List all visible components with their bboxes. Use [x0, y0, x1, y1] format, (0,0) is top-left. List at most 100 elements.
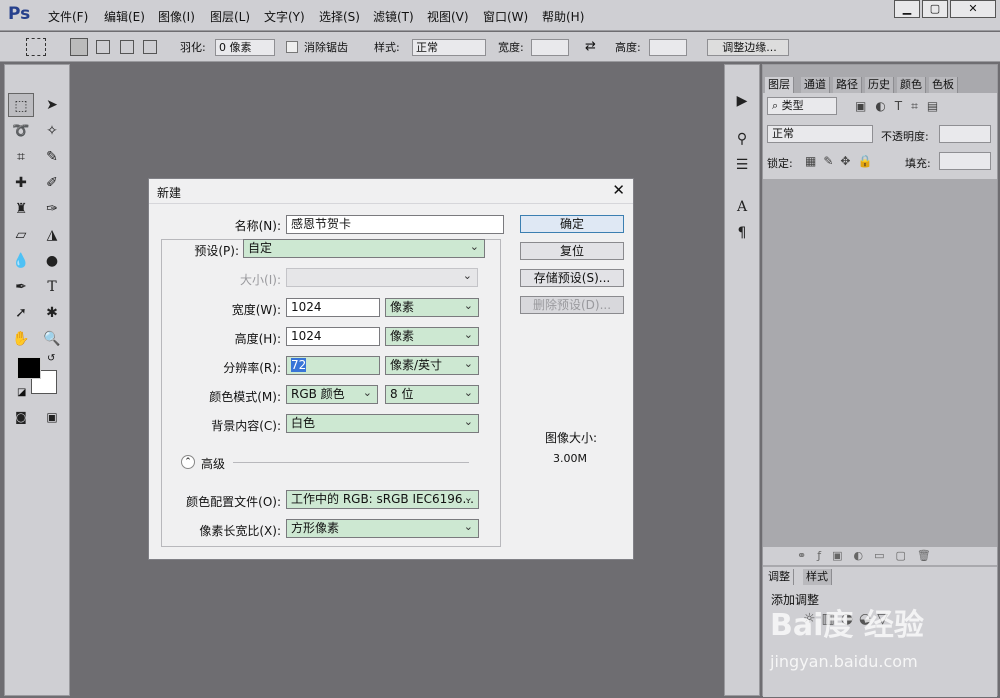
- filter-icons[interactable]: ▣◐T⌗▤: [855, 99, 947, 114]
- color-profile-label: 颜色配置文件(O):: [186, 495, 281, 509]
- default-colors-icon[interactable]: ◪: [17, 387, 26, 398]
- size-select: [286, 267, 478, 287]
- menu-select[interactable]: 选择(S): [319, 8, 360, 25]
- hand-tool-icon[interactable]: ✋: [8, 327, 34, 351]
- antialias-checkbox[interactable]: [286, 41, 298, 53]
- image-size-value: 3.00M: [553, 452, 587, 465]
- zoom-tool-icon[interactable]: 🔍: [39, 327, 65, 351]
- quick-mask-icon[interactable]: ◙: [8, 405, 34, 429]
- character-icon[interactable]: A: [729, 195, 755, 219]
- swap-colors-icon[interactable]: ↺: [47, 353, 55, 364]
- menu-filter[interactable]: 滤镜(T): [373, 8, 414, 25]
- style-select[interactable]: 正常: [412, 39, 486, 56]
- style-label: 样式:: [374, 41, 400, 54]
- menu-bar: Ps 文件(F) 编辑(E) 图像(I) 图层(L) 文字(Y) 选择(S) 滤…: [0, 0, 1000, 31]
- name-input[interactable]: 感恩节贺卡: [286, 215, 504, 234]
- preset-select[interactable]: 自定: [243, 238, 485, 258]
- paragraph-icon[interactable]: ¶: [729, 221, 755, 245]
- width-input-dialog[interactable]: 1024: [286, 298, 380, 317]
- move-tool-icon[interactable]: ➤: [39, 93, 65, 117]
- height-label: 高度:: [615, 41, 641, 54]
- marquee-tool-icon[interactable]: ⬚: [8, 93, 34, 117]
- name-label: 名称(N):: [234, 219, 281, 233]
- tab-channels[interactable]: 通道: [801, 77, 830, 93]
- add-selection-icon[interactable]: [96, 40, 110, 54]
- crop-tool-icon[interactable]: ⌗: [8, 145, 34, 169]
- tab-color[interactable]: 颜色: [897, 77, 926, 93]
- swap-icon[interactable]: ⇄: [585, 39, 596, 56]
- menu-image[interactable]: 图像(I): [158, 8, 195, 25]
- height-input-dialog[interactable]: 1024: [286, 327, 380, 346]
- minimize-icon[interactable]: ▁: [894, 0, 920, 18]
- eraser-tool-icon[interactable]: ▱: [8, 223, 34, 247]
- background-select[interactable]: 白色: [286, 413, 479, 433]
- menu-type[interactable]: 文字(Y): [264, 8, 305, 25]
- menu-view[interactable]: 视图(V): [427, 8, 469, 25]
- menu-help[interactable]: 帮助(H): [542, 8, 584, 25]
- width-label: 宽度:: [498, 41, 524, 54]
- new-selection-icon[interactable]: [70, 38, 88, 56]
- close-window-icon[interactable]: ✕: [950, 0, 996, 18]
- play-action-icon[interactable]: ▶: [729, 89, 755, 113]
- tab-styles[interactable]: 样式: [803, 569, 832, 585]
- tab-paths[interactable]: 路径: [833, 77, 862, 93]
- ok-button[interactable]: 确定: [520, 215, 624, 233]
- brush-presets-icon[interactable]: ⚲: [729, 127, 755, 151]
- width-unit-select[interactable]: 像素: [385, 297, 479, 317]
- tab-history[interactable]: 历史: [865, 77, 894, 93]
- tab-adjustments[interactable]: 调整: [765, 569, 794, 585]
- lock-icons[interactable]: ▦✎✥🔒: [805, 154, 879, 168]
- menu-file[interactable]: 文件(F): [48, 8, 88, 25]
- dialog-close-icon[interactable]: ✕: [612, 181, 625, 199]
- healing-brush-icon[interactable]: ✚: [8, 171, 34, 195]
- intersect-selection-icon[interactable]: [143, 40, 157, 54]
- resolution-input[interactable]: 72: [286, 356, 380, 375]
- screen-mode-icon[interactable]: ▣: [39, 405, 65, 429]
- advanced-toggle-icon[interactable]: ⌃: [181, 455, 195, 469]
- shape-tool-icon[interactable]: ✱: [39, 301, 65, 325]
- menu-edit[interactable]: 编辑(E): [104, 8, 145, 25]
- color-mode-select[interactable]: RGB 颜色: [286, 384, 378, 404]
- save-preset-button[interactable]: 存储预设(S)...: [520, 269, 624, 287]
- image-size-label: 图像大小:: [545, 431, 598, 445]
- height-unit-select[interactable]: 像素: [385, 326, 479, 346]
- height-input[interactable]: [649, 39, 687, 56]
- watermark-logo: Bai度 经验: [770, 608, 924, 643]
- bucket-tool-icon[interactable]: ◮: [39, 223, 65, 247]
- maximize-icon[interactable]: ▢: [922, 0, 948, 18]
- opacity-input[interactable]: [939, 125, 991, 143]
- blur-tool-icon[interactable]: 💧: [8, 249, 34, 273]
- layer-filter-select[interactable]: ⌕ 类型: [767, 97, 837, 115]
- blend-mode-select[interactable]: 正常: [767, 125, 873, 143]
- reset-button[interactable]: 复位: [520, 242, 624, 260]
- brush-tool-icon[interactable]: ✐: [39, 171, 65, 195]
- width-input[interactable]: [531, 39, 569, 56]
- fill-input[interactable]: [939, 152, 991, 170]
- brush-settings-icon[interactable]: ☰: [729, 153, 755, 177]
- menu-layer[interactable]: 图层(L): [210, 8, 250, 25]
- tab-swatches[interactable]: 色板: [929, 77, 958, 93]
- magic-wand-icon[interactable]: ✧: [39, 119, 65, 143]
- menu-window[interactable]: 窗口(W): [483, 8, 528, 25]
- marquee-preset-icon[interactable]: [26, 38, 46, 56]
- resolution-unit-select[interactable]: 像素/英寸: [385, 355, 479, 375]
- lasso-tool-icon[interactable]: ➰: [8, 119, 34, 143]
- history-brush-icon[interactable]: ✑: [39, 197, 65, 221]
- dialog-title: 新建: [157, 186, 182, 200]
- dodge-tool-icon[interactable]: ●: [39, 249, 65, 273]
- layers-footer-icons[interactable]: ⚭ƒ▣◐▭▢🗑: [763, 547, 997, 565]
- pixel-aspect-select[interactable]: 方形像素: [286, 518, 479, 538]
- eyedropper-icon[interactable]: ✎: [39, 145, 65, 169]
- refine-edge-button[interactable]: 调整边缘...: [707, 39, 789, 56]
- feather-input[interactable]: 0 像素: [215, 39, 275, 56]
- subtract-selection-icon[interactable]: [120, 40, 134, 54]
- type-tool-icon[interactable]: T: [39, 275, 65, 299]
- path-select-icon[interactable]: ➚: [8, 301, 34, 325]
- stamp-tool-icon[interactable]: ♜: [8, 197, 34, 221]
- tab-layers[interactable]: 图层: [765, 77, 794, 93]
- advanced-label[interactable]: 高级: [201, 455, 225, 472]
- foreground-color-swatch[interactable]: [17, 357, 41, 379]
- color-profile-select[interactable]: 工作中的 RGB: sRGB IEC6196...: [286, 489, 479, 509]
- bit-depth-select[interactable]: 8 位: [385, 384, 479, 404]
- pen-tool-icon[interactable]: ✒: [8, 275, 34, 299]
